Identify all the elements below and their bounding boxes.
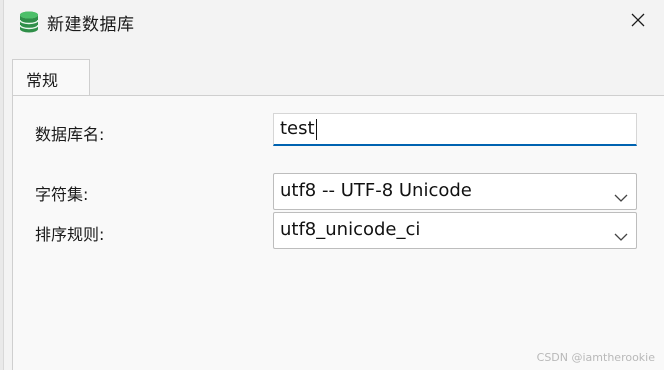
chevron-down-icon	[614, 225, 628, 241]
title-bar[interactable]: 新建数据库	[4, 0, 664, 42]
close-button[interactable]	[621, 6, 655, 36]
db-name-label: 数据库名:	[35, 125, 105, 144]
charset-label: 字符集:	[35, 185, 89, 204]
collation-value: utf8_unicode_ci	[280, 219, 421, 240]
db-name-input[interactable]: test	[273, 113, 637, 146]
general-panel: 数据库名: test 字符集: utf8 -- UTF-8 Unicode 排序…	[12, 95, 664, 370]
database-icon	[19, 11, 39, 33]
charset-value: utf8 -- UTF-8 Unicode	[280, 180, 472, 201]
charset-select[interactable]: utf8 -- UTF-8 Unicode	[273, 173, 637, 210]
text-caret	[315, 118, 317, 140]
tab-general[interactable]: 常规	[12, 59, 90, 97]
new-database-dialog: 新建数据库 常规 数据库名: test 字符集: utf8 -- UTF-8 U…	[3, 0, 664, 370]
window-title: 新建数据库	[47, 15, 135, 35]
collation-select[interactable]: utf8_unicode_ci	[273, 212, 637, 249]
watermark: CSDN @iamtherookie	[536, 351, 655, 364]
db-name-value: test	[280, 118, 315, 139]
tab-bar: 常规	[4, 56, 664, 97]
collation-label: 排序规则:	[35, 225, 105, 244]
chevron-down-icon	[614, 186, 628, 202]
close-icon	[631, 12, 645, 31]
